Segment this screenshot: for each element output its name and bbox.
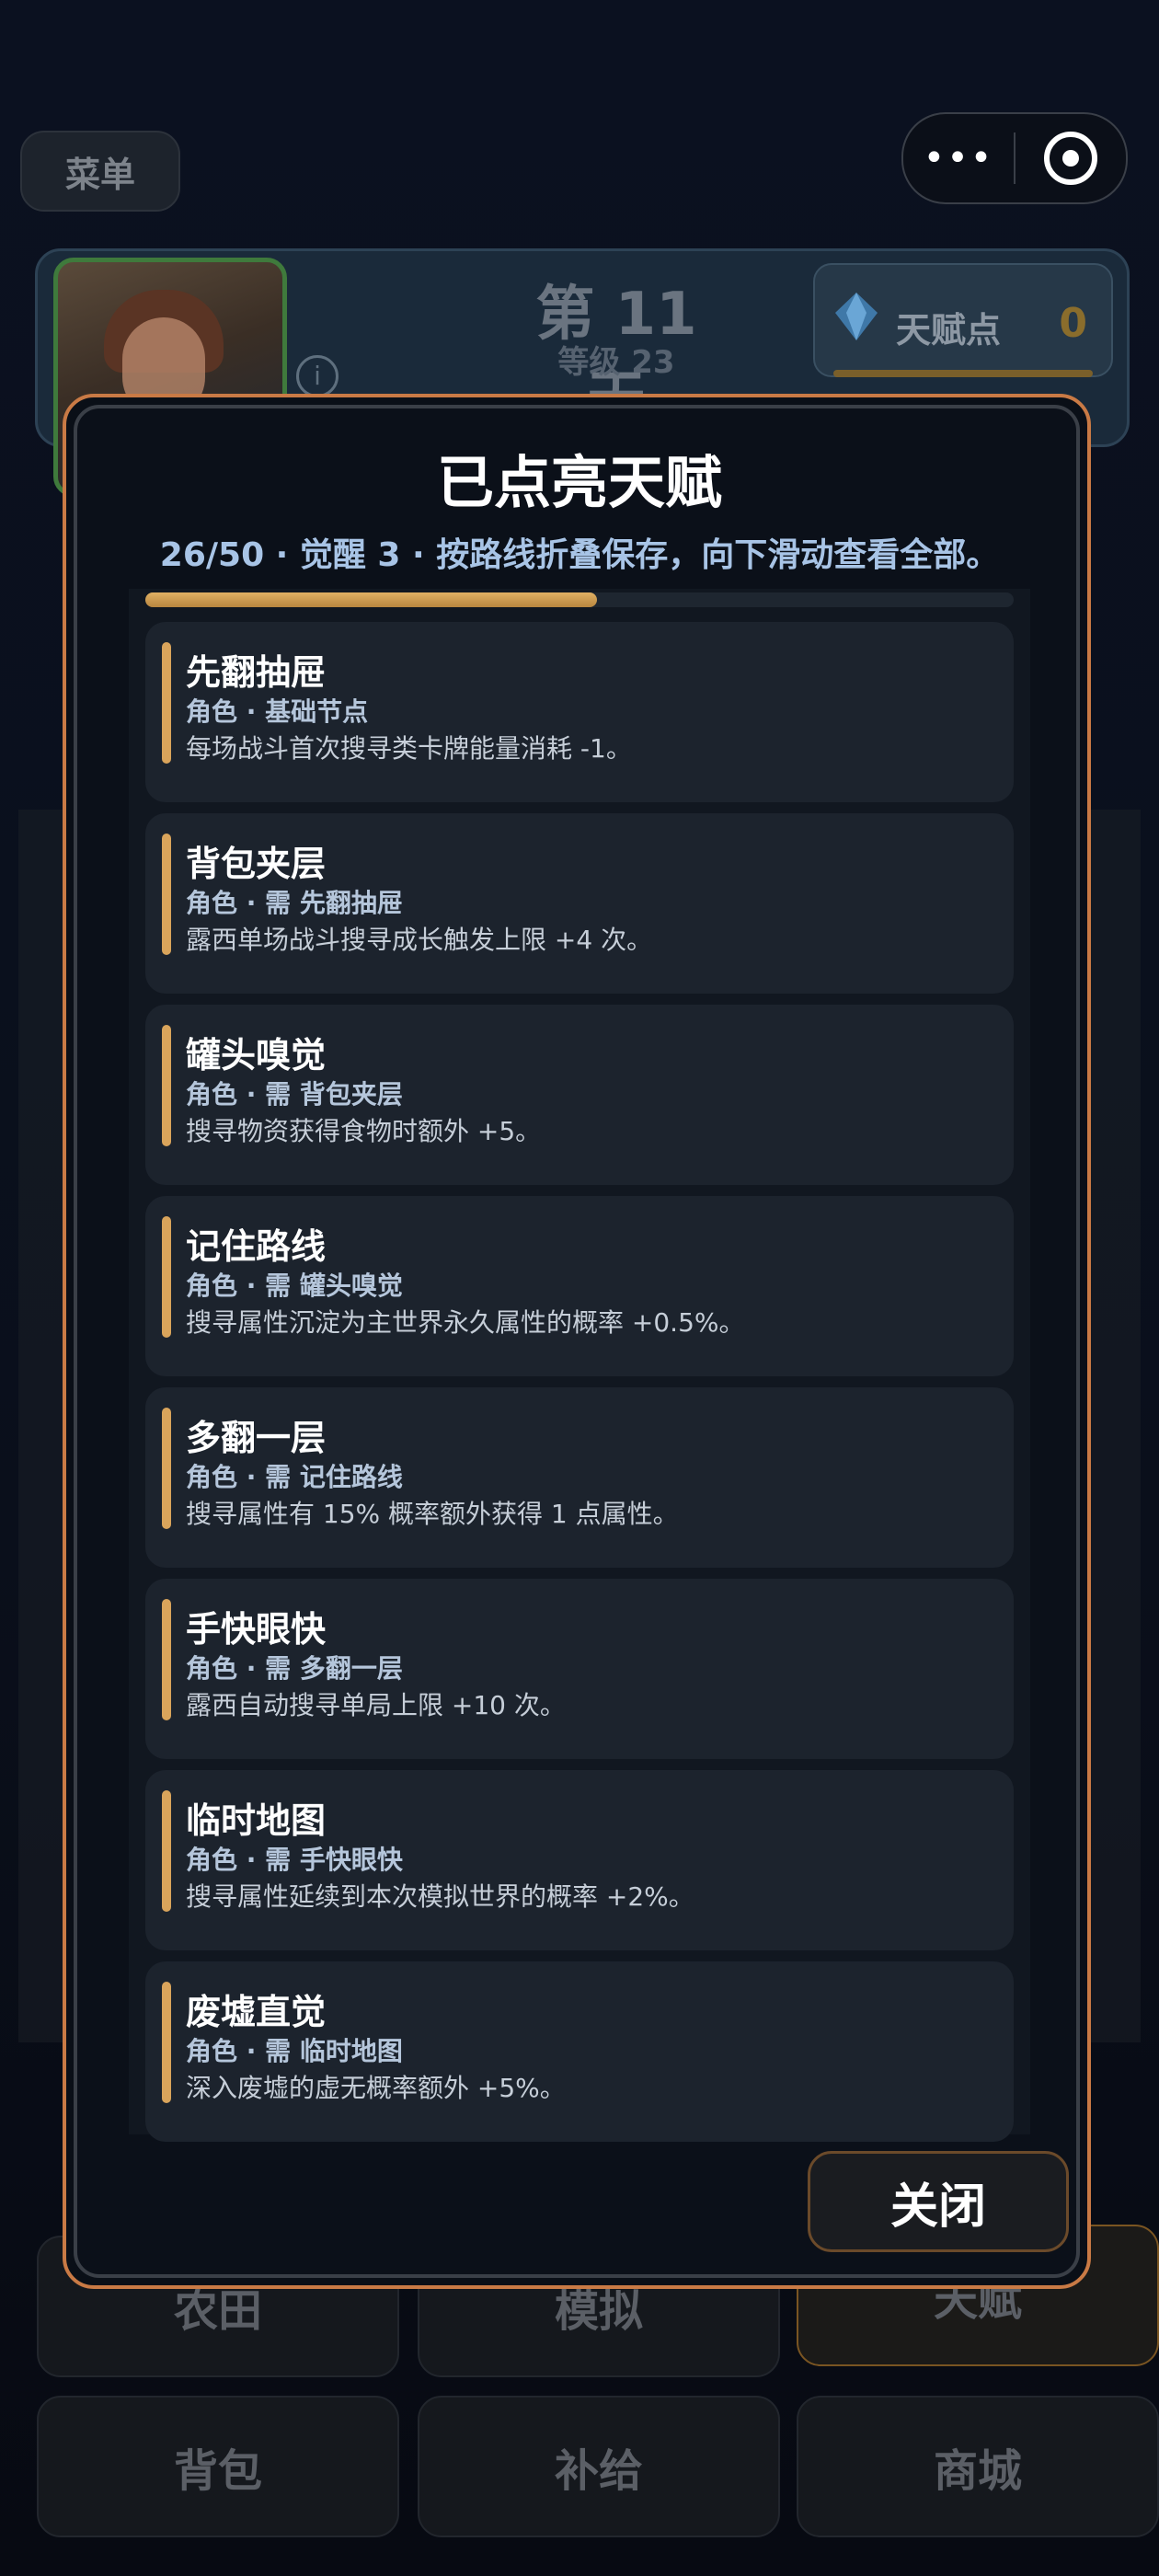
talent-meta: 角色 · 需 手快眼快 [186,1845,403,1875]
talent-points-underline [833,370,1093,377]
talent-meta: 角色 · 需 多翻一层 [186,1653,403,1684]
talent-points-label: 天赋点 [896,310,1002,351]
talent-meta: 角色 · 需 背包夹层 [186,1079,403,1110]
modal-title: 已点亮天赋 [436,449,722,516]
menu-button[interactable]: 菜单 [20,131,180,212]
crystal-icon [835,293,878,340]
more-icon[interactable]: ••• [903,137,1014,179]
tab-shop[interactable]: 商城 [797,2396,1159,2537]
talent-points-box: 天赋点 0 [813,263,1113,377]
talent-name: 背包夹层 [186,844,327,884]
talent-card[interactable]: 手快眼快 角色 · 需 多翻一层露西自动搜寻单局上限 +10 次。 [145,1579,1014,1759]
talent-progress-bar [145,592,1014,607]
talent-description: 搜寻物资获得食物时额外 +5。 [186,1116,542,1146]
talent-name: 记住路线 [186,1226,327,1267]
talent-description: 搜寻属性有 15% 概率额外获得 1 点属性。 [186,1499,679,1529]
talent-accent-bar [162,1599,171,1720]
close-button[interactable]: 关闭 [808,2151,1069,2252]
talent-accent-bar [162,1025,171,1146]
talent-card[interactable]: 记住路线角色 · 需 罐头嗅觉搜寻属性沉淀为主世界永久属性的概率 +0.5%。 [145,1196,1014,1376]
info-icon[interactable]: i [296,355,339,397]
talent-description: 露西单场战斗搜寻成长触发上限 +4 次。 [186,925,653,955]
talent-name: 罐头嗅觉 [186,1035,327,1075]
talent-points-value: 0 [1059,300,1087,347]
talent-accent-bar [162,642,171,764]
talent-description: 露西自动搜寻单局上限 +10 次。 [186,1690,566,1720]
talent-accent-bar [162,1982,171,2103]
talent-accent-bar [162,834,171,955]
talent-meta: 角色 · 需 临时地图 [186,2036,403,2066]
talent-card[interactable]: 罐头嗅觉角色 · 需 背包夹层搜寻物资获得食物时额外 +5。 [145,1005,1014,1185]
tab-backpack[interactable]: 背包 [37,2396,399,2537]
talent-card[interactable]: 背包夹层角色 · 需 先翻抽屉露西单场战斗搜寻成长触发上限 +4 次。 [145,813,1014,994]
talent-card[interactable]: 多翻一层角色 · 需 记住路线搜寻属性有 15% 概率额外获得 1 点属性。 [145,1387,1014,1568]
talent-name: 多翻一层 [186,1418,327,1458]
tab-supply[interactable]: 补给 [418,2396,780,2537]
talent-description: 深入废墟的虚无概率额外 +5%。 [186,2073,566,2103]
talent-accent-bar [162,1216,171,1338]
talent-progress-fill [145,592,597,607]
talent-name: 临时地图 [186,1800,327,1841]
talent-name: 手快眼快 [186,1609,327,1650]
talent-name: 废墟直觉 [186,1992,327,2032]
talent-card[interactable]: 临时地图角色 · 需 手快眼快搜寻属性延续到本次模拟世界的概率 +2%。 [145,1770,1014,1950]
talent-list: 先翻抽屉 角色 · 基础节点 每场战斗首次搜寻类卡牌能量消耗 -1。 背包夹层 角色 ·… [145,622,1014,2153]
talent-description: 每场战斗首次搜寻类卡牌能量消耗 -1。 [186,733,632,764]
talent-meta: 角色 · 需 先翻抽屉 [186,888,403,918]
mini-program-capsule: ••• [901,112,1128,204]
talent-name: 先翻抽屉 [186,652,327,693]
talent-card[interactable]: 废墟直觉角色 · 需 临时地图深入废墟的虚无概率额外 +5%。 [145,1961,1014,2142]
talent-card[interactable]: 先翻抽屉 角色 · 基础节点每场战斗首次搜寻类卡牌能量消耗 -1。 [145,622,1014,802]
talent-meta: 角色 · 需 记住路线 [186,1462,403,1492]
close-miniprogram-icon[interactable] [1016,132,1126,185]
talent-meta: 角色 · 基础节点 [186,696,369,727]
talent-accent-bar [162,1408,171,1529]
talent-description: 搜寻属性延续到本次模拟世界的概率 +2%。 [186,1881,694,1912]
level-label: 等级 23 [557,344,675,381]
modal-subtitle: 26/50 · 觉醒 3 · 按路线折叠保存，向下滑动查看全部。 [159,536,1000,574]
talent-accent-bar [162,1790,171,1912]
talent-meta: 角色 · 需 罐头嗅觉 [186,1271,403,1301]
talent-description: 搜寻属性沉淀为主世界永久属性的概率 +0.5%。 [186,1307,745,1338]
